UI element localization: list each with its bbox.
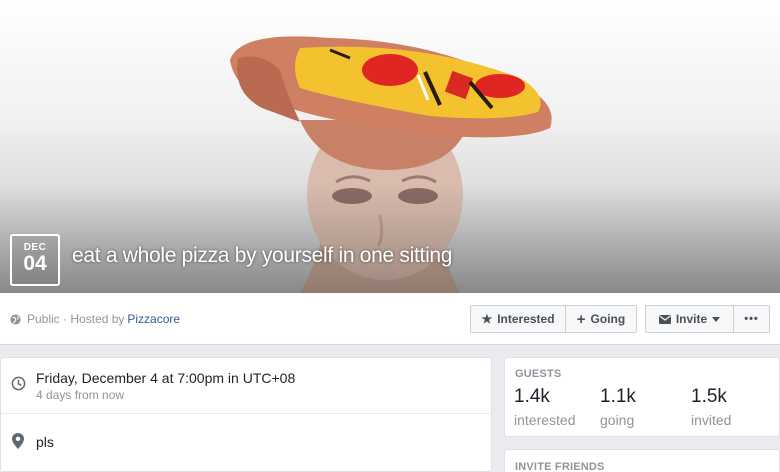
interested-button[interactable]: ★ Interested <box>471 306 565 332</box>
invite-friends-card: INVITE FRIENDS <box>504 449 780 472</box>
host-link[interactable]: Pizzacore <box>127 312 180 326</box>
event-time-row[interactable]: Friday, December 4 at 7:00pm in UTC+08 4… <box>1 358 491 414</box>
date-day: 04 <box>23 252 47 275</box>
envelope-icon <box>658 314 671 324</box>
invite-button-group: Invite ••• <box>645 305 770 333</box>
guest-stat-label: invited <box>691 412 732 428</box>
star-icon: ★ <box>481 312 493 326</box>
event-time: Friday, December 4 at 7:00pm in UTC+08 <box>36 370 296 386</box>
event-cover-photo[interactable]: DEC 04 eat a whole pizza by yourself in … <box>0 0 780 293</box>
rsvp-button-group: ★ Interested + Going <box>470 305 637 333</box>
interested-label: Interested <box>497 312 555 326</box>
going-button[interactable]: + Going <box>565 306 636 332</box>
invite-button[interactable]: Invite <box>646 306 733 332</box>
guest-stat-invited[interactable]: 1.5k invited <box>691 386 731 428</box>
invite-label: Invite <box>675 312 708 326</box>
more-options-button[interactable]: ••• <box>733 306 769 332</box>
more-icon: ••• <box>744 313 759 325</box>
globe-icon <box>10 313 21 325</box>
going-label: Going <box>590 312 626 326</box>
location-pin-icon <box>12 433 24 449</box>
guest-stat-going[interactable]: 1.1k going <box>600 386 636 428</box>
chevron-down-icon <box>712 316 721 322</box>
event-time-relative: 4 days from now <box>36 388 125 402</box>
clock-icon <box>11 376 26 391</box>
invite-friends-heading: INVITE FRIENDS <box>515 461 605 472</box>
guest-stat-value: 1.5k <box>691 386 727 407</box>
guest-stat-label: interested <box>514 412 576 428</box>
event-title: eat a whole pizza by yourself in one sit… <box>72 244 453 267</box>
guest-stat-value: 1.4k <box>514 386 550 407</box>
guest-stat-value: 1.1k <box>600 386 636 407</box>
event-location: pls <box>36 434 54 450</box>
plus-icon: + <box>576 310 586 328</box>
guest-stat-interested[interactable]: 1.4k interested <box>514 386 575 428</box>
guest-stat-label: going <box>600 412 635 428</box>
privacy-text: Public · Hosted by <box>27 312 125 326</box>
privacy-host-line: Public · Hosted by Pizzacore <box>10 312 180 326</box>
event-details-card: Friday, December 4 at 7:00pm in UTC+08 4… <box>0 357 492 472</box>
guests-card: GUESTS 1.4k interested 1.1k going 1.5k i… <box>504 357 780 437</box>
event-date-badge: DEC 04 <box>10 234 60 286</box>
guests-heading: GUESTS <box>515 368 562 380</box>
cover-shade <box>0 183 780 293</box>
event-action-bar: Public · Hosted by Pizzacore ★ Intereste… <box>0 293 780 345</box>
event-location-row[interactable]: pls <box>1 414 491 472</box>
